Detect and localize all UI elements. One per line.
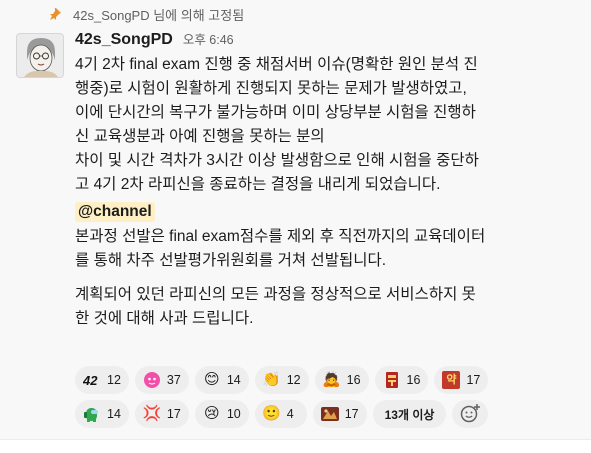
reaction-crewmate[interactable]: 14 xyxy=(75,400,129,428)
clap-icon: 👏 xyxy=(262,371,282,388)
reaction-bow[interactable]: 🙇 16 xyxy=(314,366,369,394)
mention-line: @channel xyxy=(75,199,575,225)
reactions-bar: 42 12 37 😊 14 👏 12 🙇 16 16 약 17 14 💢 17 … xyxy=(75,366,545,428)
add-reaction-button[interactable] xyxy=(452,400,489,428)
reaction-slight-smile[interactable]: 🙂 4 xyxy=(254,400,307,428)
reaction-count: 4 xyxy=(286,407,294,421)
reaction-count: 17 xyxy=(166,407,181,421)
pin-icon xyxy=(48,7,62,21)
crying-face-icon: 😢 xyxy=(203,405,220,422)
reaction-count: 14 xyxy=(107,407,121,421)
reaction-count: 17 xyxy=(466,373,481,387)
reaction-count: 12 xyxy=(107,373,121,387)
pinned-by-text: 42s_SongPD 님에 의해 고정됨 xyxy=(73,7,245,23)
timestamp[interactable]: 오후 6:46 xyxy=(183,29,234,48)
message-paragraph-1: 4기 2차 final exam 진행 중 채점서버 이슈(명확한 원인 분석 … xyxy=(75,56,479,193)
reaction-pink-blob[interactable]: 37 xyxy=(134,366,189,394)
reaction-count: 17 xyxy=(344,407,359,421)
more-reactions-button[interactable]: 13개 이상 xyxy=(372,400,447,428)
yak-badge-text: 약 xyxy=(446,374,457,386)
pinned-message[interactable]: 42s_SongPD 님에 의해 고정됨 42s_SongPD 오후 6:46 … xyxy=(0,0,591,440)
red-tag-icon xyxy=(383,371,401,389)
reaction-count: 16 xyxy=(346,373,361,387)
message-content: 42s_SongPD 오후 6:46 4기 2차 final exam 진행 중… xyxy=(75,29,575,331)
channel-mention[interactable]: @channel xyxy=(75,202,155,222)
avatar[interactable] xyxy=(16,33,64,78)
reaction-yak[interactable]: 약 17 xyxy=(434,366,489,394)
reaction-crying[interactable]: 😢 10 xyxy=(194,400,249,428)
42-logo-icon: 42 xyxy=(83,371,101,389)
message-header: 42s_SongPD 오후 6:46 xyxy=(75,29,575,53)
yak-badge-icon: 약 xyxy=(442,371,461,389)
custom-image-icon xyxy=(320,405,339,423)
green-crewmate-icon xyxy=(83,405,101,423)
reaction-red-tag[interactable]: 16 xyxy=(374,366,429,394)
reaction-smile[interactable]: 😊 14 xyxy=(194,366,249,394)
add-reaction-icon xyxy=(459,402,481,427)
reaction-clap[interactable]: 👏 12 xyxy=(254,366,309,394)
smile-icon: 😊 xyxy=(203,371,220,388)
reaction-count: 12 xyxy=(286,373,301,387)
reaction-count: 37 xyxy=(166,373,181,387)
reaction-anger[interactable]: 💢 17 xyxy=(134,400,189,428)
pink-blob-icon xyxy=(143,371,161,389)
reaction-count: 10 xyxy=(226,407,241,421)
reaction-custom-image[interactable]: 17 xyxy=(312,400,367,428)
bowing-person-icon: 🙇 xyxy=(322,371,341,388)
anger-icon: 💢 xyxy=(142,405,162,422)
reaction-count: 14 xyxy=(226,373,241,387)
reaction-count: 16 xyxy=(406,373,421,387)
author-name[interactable]: 42s_SongPD xyxy=(75,31,173,49)
message-paragraph-2: 본과정 선발은 final exam점수를 제외 후 직전까지의 교육데이터 를… xyxy=(75,228,486,269)
svg-text:42: 42 xyxy=(83,373,98,387)
slight-smile-icon: 🙂 xyxy=(262,405,282,422)
pinned-indicator: 42s_SongPD 님에 의해 고정됨 xyxy=(48,4,244,24)
reaction-42[interactable]: 42 12 xyxy=(75,366,129,394)
message-paragraph-3: 계획되어 있던 라피신의 모든 과정을 정상적으로 서비스하지 못 한 것에 대… xyxy=(75,286,476,327)
